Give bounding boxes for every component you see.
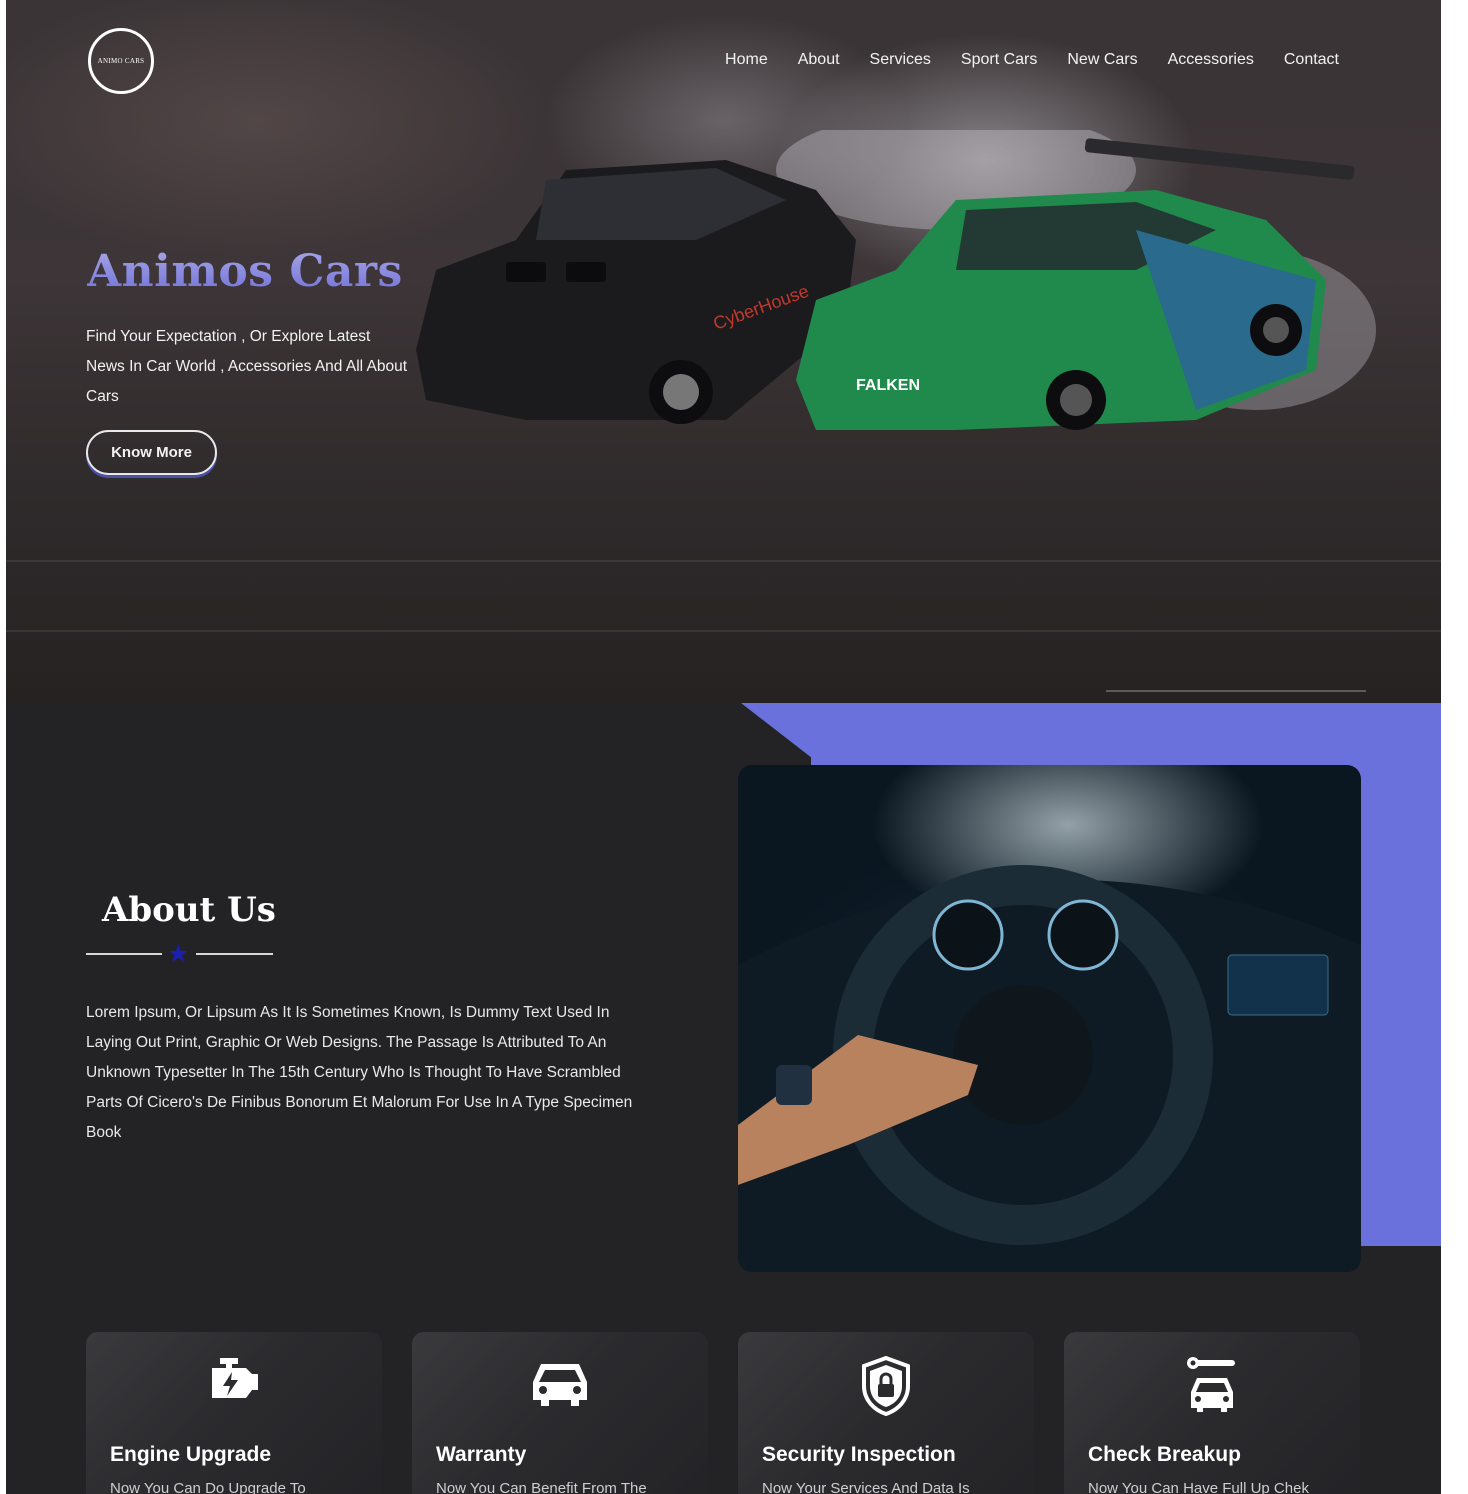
main-nav: Home About Services Sport Cars New Cars … xyxy=(710,51,1354,69)
about-text: Lorem Ipsum, Or Lipsum As It Is Sometime… xyxy=(86,1004,633,1141)
nav-contact[interactable]: Contact xyxy=(1269,51,1354,69)
nav-services[interactable]: Services xyxy=(855,51,946,69)
star-icon: ★ xyxy=(167,940,190,968)
car-repair-icon xyxy=(1064,1356,1360,1420)
know-more-button[interactable]: Know More xyxy=(86,430,217,475)
logo-text: ANIMO CARS xyxy=(97,57,145,65)
track-line xyxy=(6,630,1441,632)
card-text: Now Your Services And Data Is xyxy=(762,1480,970,1494)
divider-line-left xyxy=(86,953,162,955)
car-icon xyxy=(412,1356,708,1420)
card-text: Now You Can Benefit From The xyxy=(436,1480,647,1494)
hero-section: CyberHouse FALKEN ANIMO CARS Home About … xyxy=(6,0,1441,703)
nav-home[interactable]: Home xyxy=(710,51,783,69)
shield-lock-icon xyxy=(738,1356,1034,1420)
hero-cars-image: CyberHouse FALKEN xyxy=(416,130,1376,430)
card-text: Now You Can Do Upgrade To xyxy=(110,1480,306,1494)
hero-text: Find Your Expectation , Or Explore Lates… xyxy=(86,328,408,405)
dashboard-image xyxy=(738,865,1361,1272)
service-card-security-inspection[interactable]: Security Inspection Now Your Services An… xyxy=(738,1332,1034,1494)
page-margin xyxy=(1441,0,1468,1494)
card-title: Warranty xyxy=(436,1443,527,1466)
nav-about[interactable]: About xyxy=(783,51,855,69)
card-title: Security Inspection xyxy=(762,1443,956,1466)
nav-sport-cars[interactable]: Sport Cars xyxy=(946,51,1052,69)
nav-accessories[interactable]: Accessories xyxy=(1153,51,1269,69)
hero-title: Animos Cars xyxy=(87,246,403,297)
card-title: Engine Upgrade xyxy=(110,1443,272,1466)
track-line xyxy=(1106,690,1366,692)
service-card-engine-upgrade[interactable]: Engine Upgrade Now You Can Do Upgrade To xyxy=(86,1332,382,1494)
logo[interactable]: ANIMO CARS xyxy=(88,28,154,94)
svg-text:FALKEN: FALKEN xyxy=(856,377,920,394)
divider-line-right xyxy=(196,953,273,955)
service-card-warranty[interactable]: Warranty Now You Can Benefit From The xyxy=(412,1332,708,1494)
about-photo xyxy=(738,765,1361,1272)
card-title: Check Breakup xyxy=(1088,1443,1241,1466)
black-drift-car: CyberHouse xyxy=(416,160,856,424)
nav-new-cars[interactable]: New Cars xyxy=(1052,51,1152,69)
track-line xyxy=(6,560,1441,562)
about-title: About Us xyxy=(102,890,276,930)
page: CyberHouse FALKEN ANIMO CARS Home About … xyxy=(6,0,1441,1494)
card-text: Now You Can Have Full Up Chek xyxy=(1088,1480,1309,1494)
service-card-check-breakup[interactable]: Check Breakup Now You Can Have Full Up C… xyxy=(1064,1332,1360,1494)
engine-icon xyxy=(86,1356,382,1420)
